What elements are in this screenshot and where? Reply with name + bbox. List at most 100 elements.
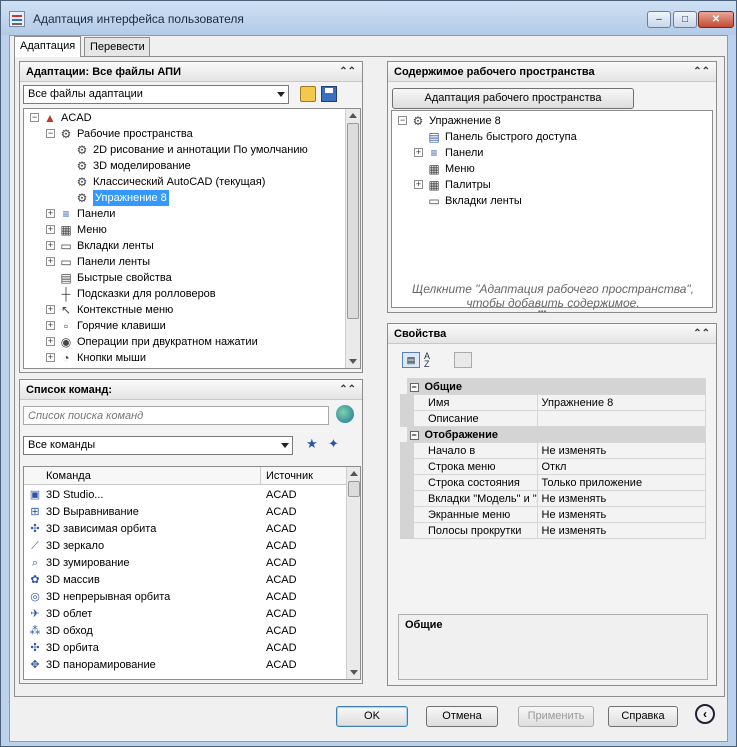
workspace-tree-item[interactable]: + ≡ Панели bbox=[392, 145, 712, 161]
collapse-icon[interactable]: − bbox=[409, 382, 419, 392]
workspace-tree-item[interactable]: ▭ Вкладки ленты bbox=[392, 193, 712, 209]
property-row[interactable]: Вкладки "Модель" и "ЛисНе изменять bbox=[400, 490, 706, 507]
customization-tree-item[interactable]: ⚙ Упражнение 8 bbox=[24, 190, 360, 206]
scroll-up-icon[interactable] bbox=[349, 113, 357, 118]
property-value[interactable]: Не изменять bbox=[536, 442, 706, 459]
customization-tree-item[interactable]: ▤ Быстрые свойства bbox=[24, 270, 360, 286]
expand-icon[interactable]: + bbox=[46, 353, 55, 362]
property-value[interactable]: Только приложение bbox=[536, 474, 706, 491]
command-row[interactable]: ⟋ 3D зеркало ACAD bbox=[24, 538, 346, 555]
expand-icon[interactable]: + bbox=[414, 148, 423, 157]
command-row[interactable]: ✿ 3D массив ACAD bbox=[24, 572, 346, 589]
command-row[interactable]: ⊞ 3D Выравнивание ACAD bbox=[24, 504, 346, 521]
customization-tree-item[interactable]: + ▭ Вкладки ленты bbox=[24, 238, 360, 254]
customization-tree-item[interactable]: + ▫ Горячие клавиши bbox=[24, 318, 360, 334]
collapse-up-icon[interactable]: ⌃⌃ bbox=[693, 328, 710, 339]
collapse-up-icon[interactable]: ⌃⌃ bbox=[693, 66, 710, 77]
command-row[interactable]: ✣ 3D орбита ACAD bbox=[24, 640, 346, 657]
tab-customize[interactable]: Адаптация bbox=[14, 36, 81, 57]
scroll-up-icon[interactable] bbox=[350, 471, 358, 476]
customization-tree-item[interactable]: − ⚙ Рабочие пространства bbox=[24, 126, 360, 142]
minimize-button[interactable]: – bbox=[647, 11, 671, 28]
ok-button[interactable]: OK bbox=[336, 706, 408, 727]
workspace-tree-item[interactable]: ▤ Панель быстрого доступа bbox=[392, 129, 712, 145]
maximize-button[interactable]: □ bbox=[673, 11, 697, 28]
tab-transfer[interactable]: Перевести bbox=[84, 37, 150, 56]
customization-tree-item[interactable]: ┼ Подсказки для ролловеров bbox=[24, 286, 360, 302]
collapse-up-icon[interactable]: ⌃⌃ bbox=[339, 384, 356, 395]
collapse-icon[interactable]: − bbox=[30, 113, 39, 122]
expand-icon[interactable]: + bbox=[46, 305, 55, 314]
customization-tree-item[interactable]: − ▲ ACAD bbox=[24, 110, 360, 126]
open-file-icon[interactable] bbox=[300, 86, 316, 102]
property-value[interactable]: Не изменять bbox=[536, 490, 706, 507]
collapse-up-icon[interactable]: ⌃⌃ bbox=[339, 66, 356, 77]
customization-tree-item[interactable]: ⚙ 2D рисование и аннотации По умолчанию bbox=[24, 142, 360, 158]
expand-icon[interactable]: + bbox=[46, 321, 55, 330]
command-filter-dropdown[interactable]: Все команды bbox=[23, 436, 293, 455]
customization-tree-item[interactable]: ⚙ 3D моделирование bbox=[24, 158, 360, 174]
customizations-tree[interactable]: − ▲ ACAD − ⚙ Рабочие пространства ⚙ 2D рисовани… bbox=[23, 108, 361, 369]
customization-tree-item[interactable]: + ◔ Кнопки мыши bbox=[24, 350, 360, 366]
splitter-grip-icon[interactable]: ••• bbox=[538, 307, 546, 316]
collapse-icon[interactable]: − bbox=[46, 129, 55, 138]
customization-tree-item[interactable]: + ▭ Панели ленты bbox=[24, 254, 360, 270]
customization-tree-item[interactable]: ⚙ Классический AutoCAD (текущая) bbox=[24, 174, 360, 190]
property-group-row[interactable]: − Отображение bbox=[406, 426, 706, 443]
command-column-header[interactable]: Команда bbox=[46, 470, 91, 482]
scroll-down-icon[interactable] bbox=[349, 359, 357, 364]
expand-icon[interactable]: + bbox=[46, 209, 55, 218]
save-icon[interactable] bbox=[321, 86, 337, 102]
scroll-thumb[interactable] bbox=[347, 123, 359, 319]
customize-workspace-button[interactable]: Адаптация рабочего пространства bbox=[392, 88, 634, 109]
expand-icon[interactable]: + bbox=[46, 241, 55, 250]
command-row[interactable]: ◎ 3D непрерывная орбита ACAD bbox=[24, 589, 346, 606]
customization-scrollbar[interactable] bbox=[345, 109, 360, 368]
property-value[interactable]: Упражнение 8 bbox=[536, 394, 706, 411]
command-row[interactable]: ▣ 3D Studio... ACAD bbox=[24, 487, 346, 504]
workspace-tree-item[interactable]: + ▦ Палитры bbox=[392, 177, 712, 193]
customization-tree-item[interactable]: + ▦ Меню bbox=[24, 222, 360, 238]
workspace-tree-item[interactable]: − ⚙ Упражнение 8 bbox=[392, 113, 712, 129]
customization-tree-item[interactable]: ◇Файлы LISP bbox=[24, 366, 360, 368]
property-row[interactable]: Начало в Не изменять bbox=[400, 442, 706, 459]
property-group-row[interactable]: − Общие bbox=[406, 378, 706, 395]
property-row[interactable]: Строка меню Откл bbox=[400, 458, 706, 475]
cancel-button[interactable]: Отмена bbox=[426, 706, 498, 727]
property-row[interactable]: Экранные меню Не изменять bbox=[400, 506, 706, 523]
property-value[interactable] bbox=[536, 410, 706, 427]
expand-icon[interactable]: + bbox=[46, 225, 55, 234]
command-row[interactable]: ✥ 3D панорамирование ACAD bbox=[24, 657, 346, 674]
property-row[interactable]: Строка состояния Только приложение bbox=[400, 474, 706, 491]
property-value[interactable]: Не изменять bbox=[536, 506, 706, 523]
expand-icon[interactable]: + bbox=[46, 337, 55, 346]
customization-tree-item[interactable]: + ◉ Операции при двукратном нажатии bbox=[24, 334, 360, 350]
property-row[interactable]: Описание bbox=[400, 410, 706, 427]
property-pages-icon[interactable] bbox=[454, 352, 472, 368]
command-search-input[interactable] bbox=[23, 406, 329, 425]
close-button[interactable]: ✕ bbox=[698, 11, 734, 28]
expand-icon[interactable]: + bbox=[46, 257, 55, 266]
collapse-icon[interactable]: − bbox=[409, 430, 419, 440]
workspace-tree-item[interactable]: ▦ Меню bbox=[392, 161, 712, 177]
customization-tree-item[interactable]: + ↖ Контекстные меню bbox=[24, 302, 360, 318]
collapse-icon[interactable]: − bbox=[398, 116, 407, 125]
alphabetical-sort-icon[interactable]: AZ bbox=[424, 352, 444, 369]
command-row[interactable]: ⌕ 3D зумирование ACAD bbox=[24, 555, 346, 572]
apply-button[interactable]: Применить bbox=[518, 706, 594, 727]
command-row[interactable]: ✈ 3D облет ACAD bbox=[24, 606, 346, 623]
new-command-icon[interactable]: ★ bbox=[306, 436, 318, 452]
property-row[interactable]: Имя Упражнение 8 bbox=[400, 394, 706, 411]
scroll-down-icon[interactable] bbox=[350, 670, 358, 675]
categorized-view-icon[interactable]: ▤ bbox=[402, 352, 420, 368]
property-value[interactable]: Откл bbox=[536, 458, 706, 475]
command-scrollbar[interactable] bbox=[346, 467, 360, 679]
source-column-header[interactable]: Источник bbox=[266, 470, 313, 482]
title-bar[interactable]: Адаптация интерфейса пользователя – □ ✕ bbox=[1, 1, 736, 35]
customization-file-dropdown[interactable]: Все файлы адаптации bbox=[23, 85, 289, 104]
command-row[interactable]: ⁂ 3D обход ACAD bbox=[24, 623, 346, 640]
command-row[interactable]: ✣ 3D зависимая орбита ACAD bbox=[24, 521, 346, 538]
property-value[interactable]: Не изменять bbox=[536, 522, 706, 539]
workspace-tree[interactable]: − ⚙ Упражнение 8 ▤ Панель быстрого доступа + ≡… bbox=[391, 110, 713, 308]
help-button[interactable]: Справка bbox=[608, 706, 678, 727]
